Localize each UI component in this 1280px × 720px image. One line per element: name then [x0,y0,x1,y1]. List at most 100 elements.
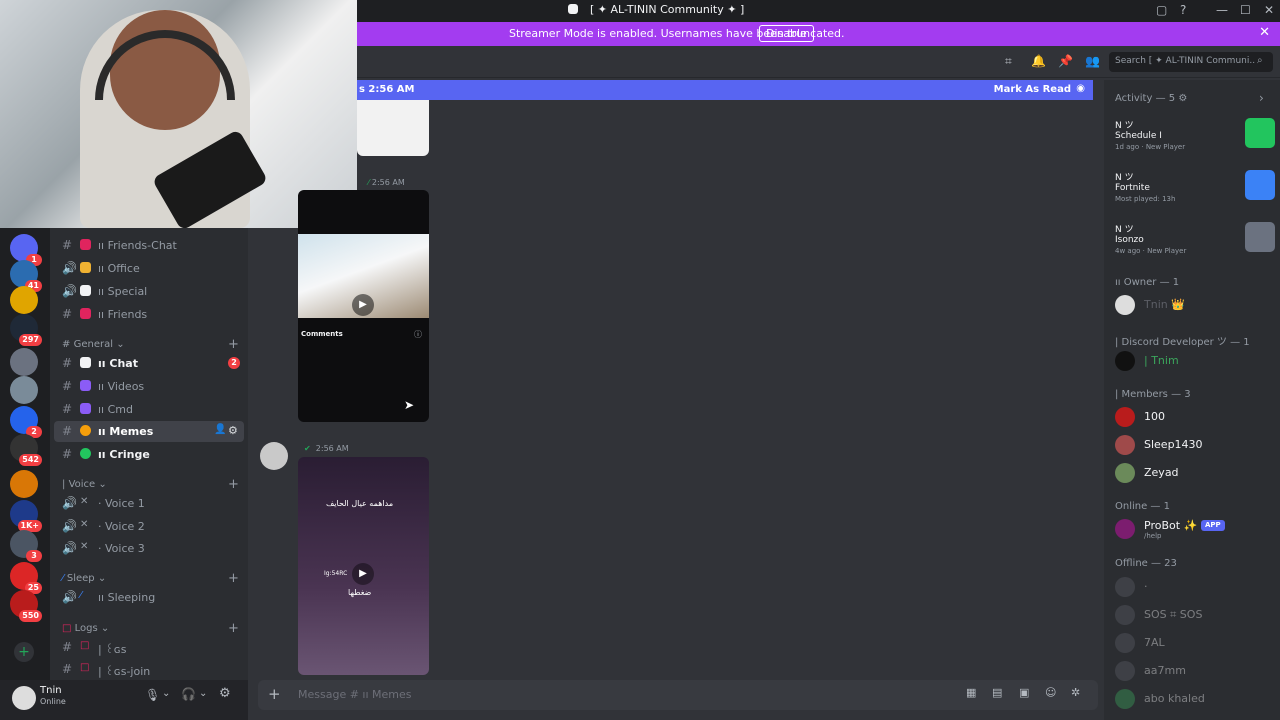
settings-gear-icon[interactable]: ⚙ [1178,93,1187,104]
headphones-icon[interactable]: 🎧 [181,687,196,701]
add-server-button[interactable]: + [14,642,34,662]
channel-special[interactable]: 🔊 ıı Special [54,281,244,302]
member-item[interactable]: 100 [1115,405,1275,427]
channel-label: ıı Videos [98,380,145,393]
category-voice[interactable]: | Voice ⌄ [62,479,107,490]
settings-gear-icon[interactable]: ⚙ [228,424,238,437]
server-icon[interactable]: 550 [10,590,42,622]
play-icon[interactable]: ▶ [352,563,374,585]
server-icon[interactable]: 2 [10,406,42,438]
attach-plus-icon[interactable]: + [268,685,281,703]
avatar[interactable] [12,686,36,710]
channel-logs[interactable]: # □ | ꒰ɢs [54,637,244,658]
message-input[interactable]: Message # ıı Memes [298,688,412,701]
new-messages-bar[interactable]: s 2:56 AM Mark As Read ◉ [357,80,1093,100]
activity-card[interactable]: N ツ Isonzo 4w ago · New Player [1115,222,1275,266]
maximize-button[interactable]: ☐ [1240,3,1251,17]
pin-icon[interactable]: 📌 [1058,54,1073,68]
server-icon[interactable] [10,470,38,498]
gif-icon[interactable]: ▤ [992,686,1002,699]
video-attachment[interactable]: مداهمه عيال الحايف Ig:54RC ▶ ضغطها [298,457,429,675]
channel-label: ıı Special [98,285,148,298]
member-item[interactable]: ProBot ✨ APP /help [1115,517,1275,540]
server-icon[interactable]: 25 [10,562,42,594]
channel-emoji-icon [80,425,91,436]
channel-sleeping[interactable]: 🔊 ⁄ ıı Sleeping [54,587,244,608]
member-item[interactable]: abo khaled [1115,687,1275,709]
server-badge: 3 [26,550,42,562]
microphone-icon[interactable]: 🎙 [145,688,160,702]
channel-videos[interactable]: # ıı Videos [54,376,244,397]
add-channel-icon[interactable]: + [228,337,239,352]
minimize-button[interactable]: — [1216,3,1228,17]
chevron-down-icon[interactable]: ⌄ [199,688,207,699]
invite-icon[interactable]: 👤 [214,424,226,435]
channel-cmd[interactable]: # ıı Cmd [54,399,244,420]
help-icon[interactable]: ? [1180,3,1186,17]
channel-friends[interactable]: # ıı Friends [54,304,244,325]
notification-bell-icon[interactable]: 🔔 [1031,54,1046,68]
inbox-icon[interactable]: ▢ [1156,3,1167,17]
apps-icon[interactable]: ✲ [1071,686,1080,699]
gift-icon[interactable]: ▦ [966,686,976,699]
add-channel-icon[interactable]: + [228,571,239,586]
channel-chat[interactable]: # ıı Chat 2 [54,353,244,374]
server-icon[interactable]: 3 [10,530,42,562]
search-input[interactable]: Search [ ✦ AL-TININ Communi... ⌕ [1109,52,1273,72]
server-icon[interactable]: 41 [10,260,42,292]
close-button[interactable]: ✕ [1264,3,1274,17]
member-item[interactable]: Zeyad [1115,461,1275,483]
member-item[interactable]: 7AL [1115,631,1275,653]
member-item[interactable]: | Tnim [1115,349,1275,371]
chevron-down-icon[interactable]: ⌄ [162,688,170,699]
hash-icon: # [62,307,73,321]
member-item[interactable]: SOS ⌗ SOS [1115,603,1275,625]
channel-office[interactable]: 🔊 ıı Office [54,258,244,279]
chevron-right-icon[interactable]: › [1259,91,1264,105]
activity-detail: Most played: 13h [1115,195,1176,203]
member-item[interactable]: Tnin 👑 [1115,293,1275,315]
sticker-icon[interactable]: ▣ [1019,686,1029,699]
channel-voice-1[interactable]: 🔊 ✕ · Voice 1 [54,493,244,514]
category-logs[interactable]: □ Logs ⌄ [62,623,109,634]
close-banner-icon[interactable]: ✕ [1259,25,1270,40]
video-attachment[interactable]: ▶ Comments ⓘ [298,190,429,422]
channel-voice-3[interactable]: 🔊 ✕ · Voice 3 [54,538,244,559]
server-icon[interactable] [10,348,38,376]
add-channel-icon[interactable]: + [228,621,239,636]
activity-game: Schedule I [1115,131,1162,141]
member-item[interactable]: aa7mm [1115,659,1275,681]
settings-gear-icon[interactable]: ⚙ [219,686,231,701]
channel-memes[interactable]: # ıı Memes 👤 ⚙ [54,421,244,442]
category-sleep[interactable]: ⁄ Sleep ⌄ [62,573,106,584]
server-icon[interactable]: 297 [10,314,42,346]
member-name: 7AL [1144,636,1165,649]
mark-as-read-button[interactable]: Mark As Read [994,84,1071,95]
member-list-icon[interactable]: 👥 [1085,54,1100,68]
member-item[interactable]: Sleep1430 [1115,433,1275,455]
activity-user: N ツ [1115,173,1134,183]
channel-voice-2[interactable]: 🔊 ✕ · Voice 2 [54,516,244,537]
avatar[interactable] [260,442,288,470]
server-icon[interactable] [10,286,38,314]
server-icon[interactable] [10,376,38,404]
channel-cringe[interactable]: # ıı Cringe [54,444,244,465]
media-attachment-previous[interactable] [357,100,429,156]
server-icon[interactable]: 542 [10,434,42,466]
category-general[interactable]: # General ⌄ [62,339,125,350]
threads-icon[interactable]: ⌗ [1005,54,1012,69]
channel-label: ıı Sleeping [98,591,156,604]
emoji-icon[interactable]: ☺ [1045,686,1056,699]
chevron-down-icon: ⌄ [98,479,107,490]
server-icon[interactable]: 1K+ [10,500,42,532]
add-channel-icon[interactable]: + [228,477,239,492]
message-composer[interactable]: + Message # ıı Memes ▦ ▤ ▣ ☺ ✲ [258,680,1098,710]
channel-logs-join[interactable]: # □ | ꒰ɢs-join [54,659,244,680]
server-icon[interactable]: 1 [10,234,42,266]
activity-card[interactable]: N ツ Schedule I 1d ago · New Player [1115,118,1275,162]
disable-button[interactable]: Disable [759,25,814,42]
channel-friends-chat[interactable]: # ıı Friends-Chat [54,235,244,256]
activity-card[interactable]: N ツ Fortnite Most played: 13h [1115,170,1275,214]
play-icon[interactable]: ▶ [352,294,374,316]
member-item[interactable]: · [1115,575,1275,597]
